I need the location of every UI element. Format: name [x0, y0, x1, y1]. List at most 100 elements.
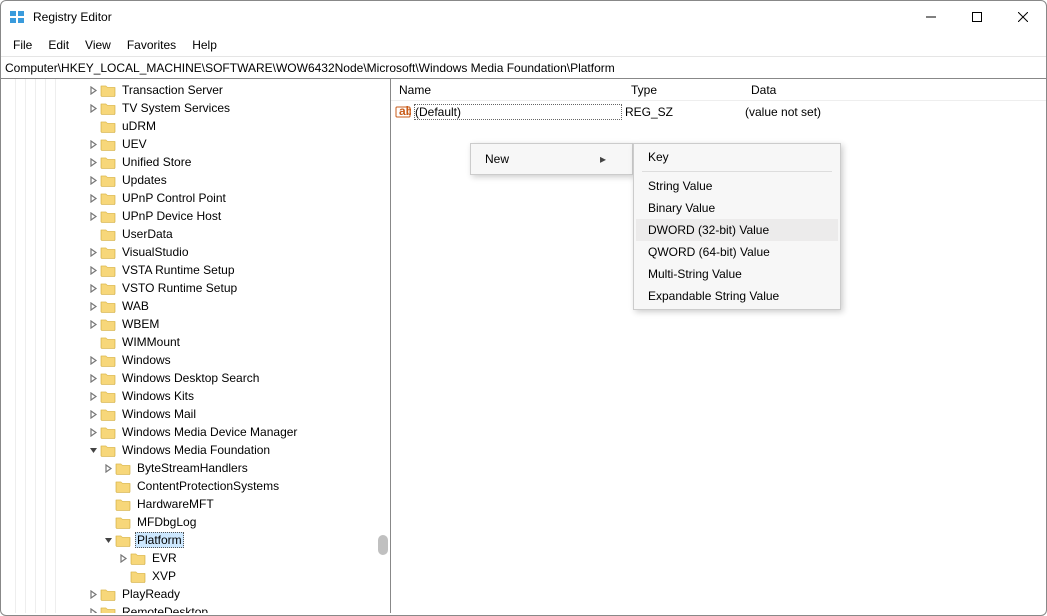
tree-item[interactable]: MFDbgLog [5, 513, 390, 531]
tree-item[interactable]: ContentProtectionSystems [5, 477, 390, 495]
tree-item[interactable]: UPnP Control Point [5, 189, 390, 207]
tree-item[interactable]: uDRM [5, 117, 390, 135]
chevron-down-icon[interactable] [101, 533, 115, 547]
chevron-right-icon[interactable] [86, 101, 100, 115]
chevron-right-icon[interactable] [86, 137, 100, 151]
tree-item[interactable]: UPnP Device Host [5, 207, 390, 225]
tree-item[interactable]: WBEM [5, 315, 390, 333]
tree-item[interactable]: Windows Media Device Manager [5, 423, 390, 441]
tree-item[interactable]: EVR [5, 549, 390, 567]
column-name[interactable]: Name [391, 83, 623, 97]
chevron-right-icon[interactable] [101, 461, 115, 475]
tree-item-label: WIMMount [120, 335, 182, 349]
submenu-item-label: QWORD (64-bit) Value [648, 245, 770, 259]
regedit-app-icon [9, 9, 25, 25]
tree-item[interactable]: Unified Store [5, 153, 390, 171]
tree-item[interactable]: HardwareMFT [5, 495, 390, 513]
chevron-right-icon[interactable] [86, 281, 100, 295]
values-pane[interactable]: Name Type Data ab (Default) REG_SZ (valu… [391, 79, 1046, 613]
tree-item-label: WBEM [120, 317, 161, 331]
close-button[interactable] [1000, 1, 1046, 33]
tree-item[interactable]: PlayReady [5, 585, 390, 603]
submenu-item[interactable]: Binary Value [636, 197, 838, 219]
address-bar[interactable]: Computer\HKEY_LOCAL_MACHINE\SOFTWARE\WOW… [1, 57, 1046, 79]
menu-edit[interactable]: Edit [40, 36, 77, 54]
tree-item-label: UEV [120, 137, 149, 151]
chevron-right-icon[interactable] [86, 407, 100, 421]
tree-item[interactable]: Windows [5, 351, 390, 369]
chevron-right-icon[interactable] [86, 317, 100, 331]
column-data[interactable]: Data [743, 83, 1046, 97]
tree-item[interactable]: UserData [5, 225, 390, 243]
context-menu-new[interactable]: New ▸ [473, 146, 630, 172]
folder-icon [100, 443, 116, 457]
folder-icon [100, 155, 116, 169]
chevron-right-icon[interactable] [86, 155, 100, 169]
chevron-right-icon[interactable] [86, 389, 100, 403]
menu-separator [642, 171, 832, 172]
tree-item[interactable]: WIMMount [5, 333, 390, 351]
tree-item-label: VSTO Runtime Setup [120, 281, 239, 295]
svg-text:ab: ab [399, 104, 411, 118]
tree-item[interactable]: VSTA Runtime Setup [5, 261, 390, 279]
folder-icon [100, 83, 116, 97]
minimize-button[interactable] [908, 1, 954, 33]
submenu-item[interactable]: Multi-String Value [636, 263, 838, 285]
tree-item[interactable]: ByteStreamHandlers [5, 459, 390, 477]
chevron-right-icon[interactable] [116, 551, 130, 565]
maximize-button[interactable] [954, 1, 1000, 33]
folder-icon [100, 605, 116, 613]
tree-item[interactable]: TV System Services [5, 99, 390, 117]
tree-item[interactable]: VSTO Runtime Setup [5, 279, 390, 297]
chevron-right-icon[interactable] [86, 209, 100, 223]
chevron-right-icon[interactable] [86, 83, 100, 97]
tree-item[interactable]: Windows Media Foundation [5, 441, 390, 459]
folder-icon [100, 173, 116, 187]
tree-item[interactable]: RemoteDesktop [5, 603, 390, 613]
tree-item[interactable]: Windows Desktop Search [5, 369, 390, 387]
submenu-item[interactable]: Expandable String Value [636, 285, 838, 307]
menu-favorites[interactable]: Favorites [119, 36, 184, 54]
chevron-right-icon[interactable] [86, 371, 100, 385]
tree-item[interactable]: Updates [5, 171, 390, 189]
tree-item[interactable]: Transaction Server [5, 81, 390, 99]
folder-icon [100, 389, 116, 403]
submenu-item[interactable]: Key [636, 146, 838, 168]
column-type[interactable]: Type [623, 83, 743, 97]
folder-icon [100, 209, 116, 223]
tree-item-label: Windows Media Foundation [120, 443, 272, 457]
tree-item[interactable]: VisualStudio [5, 243, 390, 261]
tree-item-label: Transaction Server [120, 83, 225, 97]
folder-icon [100, 245, 116, 259]
tree-item[interactable]: XVP [5, 567, 390, 585]
menu-file[interactable]: File [5, 36, 40, 54]
tree-pane[interactable]: Transaction Server TV System ServicesuDRM… [1, 79, 391, 613]
chevron-right-icon[interactable] [86, 191, 100, 205]
tree-scrollbar-thumb[interactable] [378, 535, 388, 555]
tree-item-label: VisualStudio [120, 245, 191, 259]
chevron-right-icon[interactable] [86, 299, 100, 313]
chevron-right-icon[interactable] [86, 173, 100, 187]
folder-icon [115, 497, 131, 511]
value-row-default[interactable]: ab (Default) REG_SZ (value not set) [391, 101, 1046, 123]
submenu-item[interactable]: QWORD (64-bit) Value [636, 241, 838, 263]
tree-item-label: UPnP Device Host [120, 209, 223, 223]
chevron-down-icon[interactable] [86, 443, 100, 457]
tree-item[interactable]: UEV [5, 135, 390, 153]
menu-help[interactable]: Help [184, 36, 225, 54]
tree-item[interactable]: WAB [5, 297, 390, 315]
tree-item[interactable]: Windows Kits [5, 387, 390, 405]
chevron-right-icon[interactable] [86, 353, 100, 367]
tree-item[interactable]: Platform [5, 531, 390, 549]
chevron-right-icon[interactable] [86, 425, 100, 439]
chevron-right-icon[interactable] [86, 245, 100, 259]
chevron-right-icon[interactable] [86, 263, 100, 277]
menu-view[interactable]: View [77, 36, 119, 54]
chevron-right-icon[interactable] [86, 587, 100, 601]
submenu-item[interactable]: String Value [636, 175, 838, 197]
submenu-item-label: Binary Value [648, 201, 715, 215]
tree-item-label: Windows Media Device Manager [120, 425, 299, 439]
chevron-right-icon[interactable] [86, 605, 100, 613]
tree-item[interactable]: Windows Mail [5, 405, 390, 423]
submenu-item[interactable]: DWORD (32-bit) Value [636, 219, 838, 241]
